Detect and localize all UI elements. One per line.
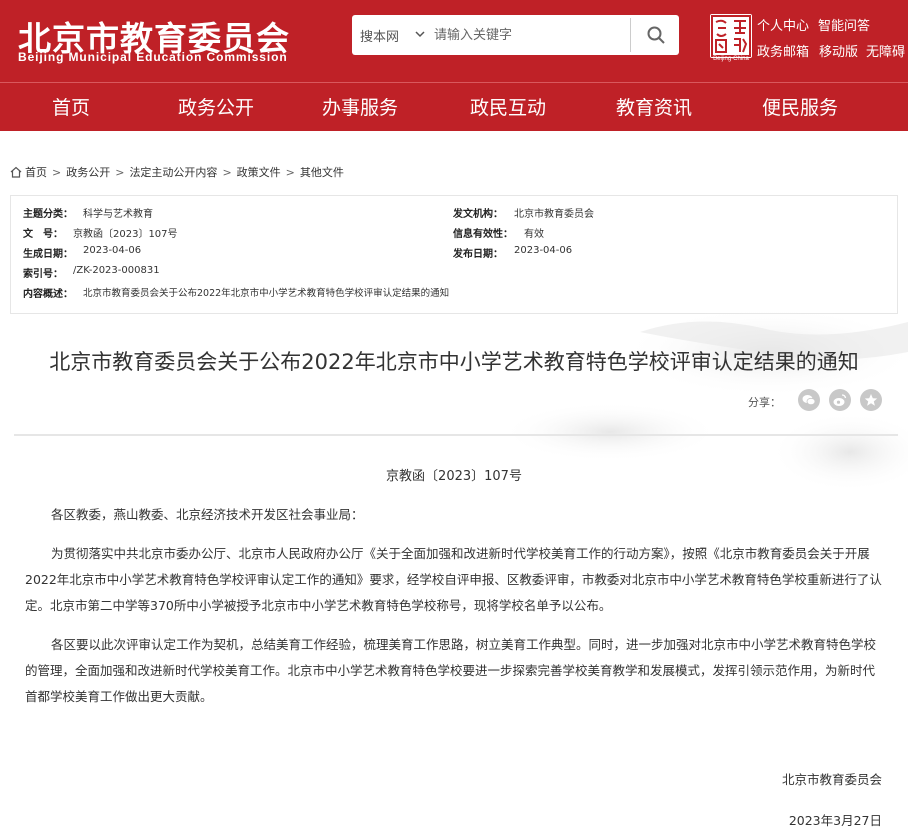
share-favorite-button[interactable] (860, 389, 882, 411)
info-org-label: 发文机构： (453, 209, 503, 220)
paragraph-2: 各区要以此次评审认定工作为契机，总结美育工作经验，梳理美育工作思路，树立美育工作… (25, 632, 887, 710)
breadcrumb-policy[interactable]: 政策文件 (237, 164, 281, 180)
favorite-icon (864, 394, 878, 406)
weibo-icon (833, 394, 847, 406)
link-accessibility[interactable]: 无障碍 (866, 41, 905, 60)
share-label: 分享： (748, 396, 781, 409)
wechat-icon (802, 395, 816, 406)
info-summary-value: 北京市教育委员会关于公布2022年北京市中小学艺术教育特色学校评审认定结果的通知 (83, 288, 450, 299)
info-validity-value: 有效 (524, 229, 544, 240)
title-divider (14, 434, 898, 436)
info-index-label: 索引号： (23, 269, 63, 280)
nav-gov-affairs[interactable]: 政务公开 (178, 93, 254, 120)
paragraph-2-text: 各区要以此次评审认定工作为契机，总结美育工作经验，梳理美育工作思路，树立美育工作… (25, 637, 877, 704)
site-header: 北京市教育委员会 Beijing Municipal Education Com… (0, 0, 908, 131)
nav-convenience[interactable]: 便民服务 (762, 93, 838, 120)
search-scope-select[interactable]: 搜本网 (360, 26, 399, 45)
link-smart-qa[interactable]: 智能问答 (818, 15, 870, 34)
link-gov-mail[interactable]: 政务邮箱 (757, 41, 809, 60)
document-info-box: 主题分类： 科学与艺术教育 发文机构： 北京市教育委员会 文 号： 京教函〔20… (10, 195, 898, 314)
info-created-value: 2023-04-06 (83, 245, 142, 256)
info-org-value: 北京市教育委员会 (514, 209, 594, 220)
search-input[interactable] (434, 21, 630, 49)
breadcrumb-separator: > (115, 165, 125, 179)
nav-services[interactable]: 办事服务 (322, 93, 398, 120)
breadcrumb-home[interactable]: 首页 (25, 164, 47, 180)
document-number: 京教函〔2023〕107号 (386, 469, 522, 484)
search-box: 搜本网 (352, 15, 679, 55)
breadcrumb-statutory[interactable]: 法定主动公开内容 (129, 164, 217, 180)
info-topic-value: 科学与艺术教育 (83, 209, 153, 220)
info-published-value: 2023-04-06 (514, 245, 573, 256)
sign-date: 2023年3月27日 (788, 813, 882, 828)
info-created-label: 生成日期： (23, 249, 73, 260)
share-weibo-button[interactable] (829, 389, 851, 411)
paragraph-1: 为贯彻落实中共北京市委办公厅、北京市人民政府办公厅《关于全面加强和改进新时代学校… (25, 541, 887, 619)
link-mobile[interactable]: 移动版 (819, 41, 858, 60)
main-nav: 首页 政务公开 办事服务 政民互动 教育资讯 便民服务 (0, 82, 908, 131)
nav-interaction[interactable]: 政民互动 (470, 93, 546, 120)
info-published-label: 发布日期： (453, 249, 503, 260)
info-index-value: /ZK-2023-000831 (73, 265, 160, 276)
breadcrumb: 首页 > 政务公开 > 法定主动公开内容 > 政策文件 > 其他文件 (10, 164, 344, 180)
nav-home[interactable]: 首页 (52, 93, 90, 120)
breadcrumb-separator: > (52, 165, 62, 179)
salutation-text: 各区教委，燕山教委、北京经济技术开发区社会事业局： (51, 507, 364, 522)
top-bar: 北京市教育委员会 Beijing Municipal Education Com… (0, 0, 908, 82)
nav-edu-news[interactable]: 教育资讯 (616, 93, 692, 120)
link-personal-center[interactable]: 个人中心 (757, 15, 809, 34)
breadcrumb-other[interactable]: 其他文件 (300, 164, 344, 180)
info-validity-label: 信息有效性： (453, 229, 513, 240)
share-wechat-button[interactable] (798, 389, 820, 411)
article-title: 北京市教育委员会关于公布2022年北京市中小学艺术教育特色学校评审认定结果的通知 (49, 350, 859, 374)
info-docno-label: 文 号： (23, 229, 63, 240)
seal-caption: Beijing·China (713, 56, 749, 62)
search-divider (630, 18, 631, 52)
search-button[interactable] (632, 15, 679, 55)
breadcrumb-separator: > (285, 165, 295, 179)
info-summary-label: 内容概述： (23, 289, 73, 300)
chevron-down-icon[interactable] (414, 28, 426, 40)
search-icon (647, 26, 665, 44)
beijing-seal-logo (710, 14, 752, 58)
breadcrumb-separator: > (222, 165, 232, 179)
home-icon (10, 166, 22, 178)
breadcrumb-gov-affairs[interactable]: 政务公开 (66, 164, 110, 180)
salutation: 各区教委，燕山教委、北京经济技术开发区社会事业局： (25, 502, 887, 528)
site-logo-english[interactable]: Beijing Municipal Education Commission (18, 50, 288, 64)
signature: 北京市教育委员会 (781, 772, 882, 787)
info-docno-value: 京教函〔2023〕107号 (73, 229, 178, 240)
info-topic-label: 主题分类： (23, 209, 73, 220)
paragraph-1-text: 为贯彻落实中共北京市委办公厅、北京市人民政府办公厅《关于全面加强和改进新时代学校… (25, 546, 882, 613)
